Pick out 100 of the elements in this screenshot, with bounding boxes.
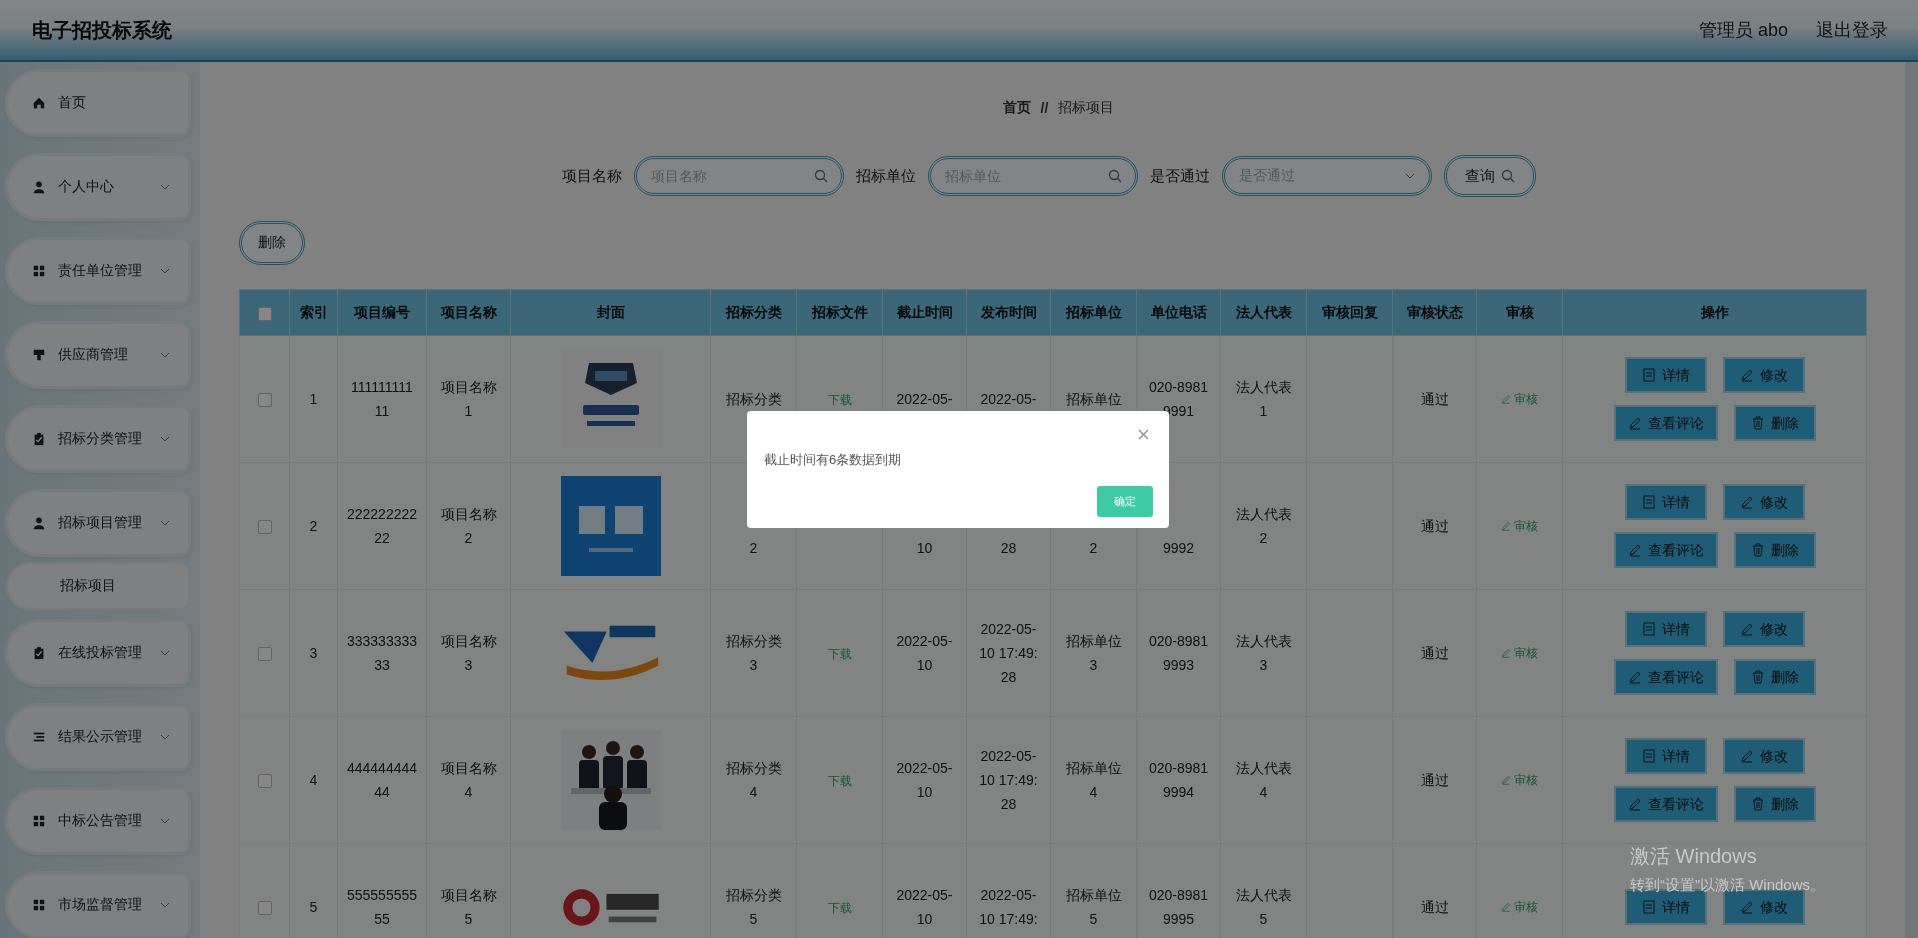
checkbox[interactable] — [257, 393, 272, 408]
table-cell: 法人代表 2 — [1220, 462, 1307, 590]
chevron-down-icon — [160, 520, 170, 526]
action-button[interactable]: 修改 — [1722, 357, 1805, 393]
review-link[interactable]: 审核 — [1501, 514, 1538, 538]
table-cell: 项目名称 1 — [426, 335, 511, 463]
document-icon — [1641, 900, 1656, 914]
sidebar-item[interactable]: 责任单位管理 — [8, 240, 188, 302]
review-link[interactable]: 审核 — [1501, 768, 1538, 792]
app-title: 电子招投标系统 — [32, 17, 173, 43]
sidebar-item[interactable]: 在线投标管理 — [8, 622, 188, 684]
checkbox[interactable] — [257, 774, 272, 789]
table-cell: 222222222 22 — [337, 462, 427, 590]
chevron-down-icon — [160, 734, 170, 740]
column-header: 单位电话 — [1136, 289, 1221, 336]
table-cell: 2 — [289, 462, 338, 590]
action-button[interactable]: 详情 — [1624, 484, 1707, 520]
breadcrumb-item[interactable]: 首页 — [1002, 99, 1031, 117]
pen-icon — [1501, 775, 1511, 785]
field-label: 是否通过 — [1149, 166, 1210, 186]
table-cell: 通过 — [1392, 589, 1477, 717]
document-icon — [1641, 622, 1656, 636]
confirm-button[interactable]: 确定 — [1097, 486, 1153, 517]
logout-link[interactable]: 退出登录 — [1816, 18, 1888, 42]
table-cell: 招标分类 3 — [710, 589, 797, 717]
breadcrumb-separator: // — [1040, 100, 1049, 116]
sidebar-item[interactable]: 招标分类管理 — [8, 408, 188, 470]
action-button[interactable]: 删除 — [1733, 405, 1816, 441]
column-header: 截止时间 — [882, 289, 967, 336]
menu-item-icon — [32, 814, 46, 828]
action-button[interactable]: 修改 — [1722, 484, 1805, 520]
download-link[interactable]: 下载 — [827, 773, 852, 788]
table-cell: 111111111 11 — [337, 335, 427, 463]
action-button[interactable]: 详情 — [1624, 611, 1707, 647]
checkbox[interactable] — [257, 520, 272, 535]
action-button[interactable]: 删除 — [1733, 532, 1816, 568]
table-cell: 2022-05- 10 — [882, 589, 967, 717]
pen-icon — [1501, 521, 1511, 531]
action-button[interactable]: 详情 — [1624, 738, 1707, 774]
review-link[interactable]: 审核 — [1501, 895, 1538, 919]
checkbox[interactable] — [257, 901, 272, 916]
action-button[interactable]: 删除 — [1733, 659, 1816, 695]
download-link[interactable]: 下载 — [827, 392, 852, 407]
checkbox[interactable] — [257, 306, 272, 321]
sidebar-item[interactable]: 首页 — [8, 72, 188, 134]
menu-item-icon — [32, 180, 46, 194]
pen-icon — [1501, 648, 1511, 658]
download-link[interactable]: 下载 — [827, 646, 852, 661]
action-button[interactable]: 查看评论 — [1613, 532, 1718, 568]
pen-icon — [1627, 797, 1642, 811]
menu-item-icon — [32, 898, 46, 912]
column-header: 操作 — [1562, 289, 1867, 336]
sidebar-item[interactable]: 中标公告管理 — [8, 790, 188, 852]
sidebar-item[interactable]: 招标项目管理 — [8, 492, 188, 554]
column-header: 项目名称 — [426, 289, 511, 336]
search-button[interactable]: 查询 — [1443, 155, 1536, 197]
pen-icon — [1501, 394, 1511, 404]
trash-icon — [1750, 797, 1765, 811]
table-cell: 招标单位 4 — [1050, 716, 1137, 844]
column-header: 审核状态 — [1392, 289, 1477, 336]
pen-icon — [1739, 495, 1754, 509]
table-cell: 3 — [289, 589, 338, 717]
table-cell: 项目名称 3 — [426, 589, 511, 717]
action-button[interactable]: 查看评论 — [1613, 405, 1718, 441]
pen-icon — [1739, 622, 1754, 636]
action-button[interactable]: 详情 — [1624, 357, 1707, 393]
sidebar-item[interactable]: 个人中心 — [8, 156, 188, 218]
chevron-down-icon — [160, 184, 170, 190]
review-link[interactable]: 审核 — [1501, 387, 1538, 411]
pen-icon — [1627, 416, 1642, 430]
table-cell: 招标分类 4 — [710, 716, 797, 844]
chevron-down-icon — [160, 436, 170, 442]
action-button[interactable]: 修改 — [1722, 611, 1805, 647]
download-link[interactable]: 下载 — [827, 900, 852, 915]
checkbox[interactable] — [257, 647, 272, 662]
review-link[interactable]: 审核 — [1501, 641, 1538, 665]
search-icon — [1500, 169, 1515, 183]
chevron-down-icon — [160, 902, 170, 908]
table-cell: 法人代表 1 — [1220, 335, 1307, 463]
column-header: 审核 — [1476, 289, 1563, 336]
sidebar-item[interactable]: 供应商管理 — [8, 324, 188, 386]
sidebar-item[interactable]: 市场监督管理 — [8, 874, 188, 936]
action-button[interactable]: 查看评论 — [1613, 659, 1718, 695]
column-header: 法人代表 — [1220, 289, 1307, 336]
chevron-down-icon — [160, 650, 170, 656]
sidebar-item[interactable]: 结果公示管理 — [8, 706, 188, 768]
scrollbar[interactable] — [1905, 62, 1918, 938]
table-cell: 招标单位 3 — [1050, 589, 1137, 717]
table-cell: 444444444 44 — [337, 716, 427, 844]
trash-icon — [1750, 543, 1765, 557]
sidebar-subitem[interactable]: 招标项目 — [8, 564, 188, 608]
document-icon — [1641, 495, 1656, 509]
table-cell: 项目名称 4 — [426, 716, 511, 844]
pen-icon — [1627, 670, 1642, 684]
action-button[interactable]: 修改 — [1722, 738, 1805, 774]
delete-button[interactable]: 删除 — [239, 221, 305, 265]
close-icon[interactable] — [1138, 429, 1149, 440]
column-header: 发布时间 — [966, 289, 1051, 336]
action-button[interactable]: 查看评论 — [1613, 786, 1718, 822]
action-button[interactable]: 删除 — [1733, 786, 1816, 822]
